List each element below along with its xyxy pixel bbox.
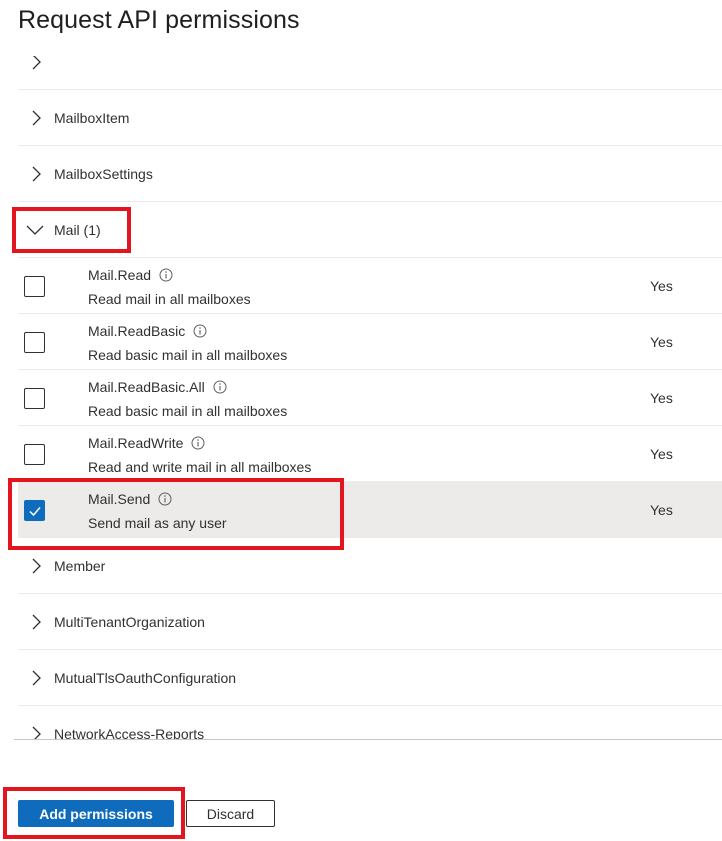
chevron-right-icon	[32, 558, 41, 573]
chevron-right-icon	[32, 726, 41, 740]
chevron-right-icon	[32, 166, 41, 181]
admin-consent-value: Yes	[650, 502, 673, 518]
page-title: Request API permissions	[18, 6, 300, 34]
add-permissions-button[interactable]: Add permissions	[18, 800, 174, 827]
permissions-list[interactable]: MailboxItem MailboxSettings Mail (1) Mai…	[0, 56, 722, 740]
discard-button[interactable]: Discard	[186, 800, 275, 827]
permission-checkbox[interactable]	[24, 388, 45, 409]
permission-description: Read basic mail in all mailboxes	[88, 347, 288, 363]
permission-checkbox[interactable]	[24, 276, 45, 297]
group-row-mailboxsettings[interactable]: MailboxSettings	[18, 146, 722, 202]
group-label: MailboxSettings	[54, 165, 153, 182]
permission-name: Mail.ReadBasic	[88, 323, 186, 339]
info-icon[interactable]	[191, 436, 205, 450]
permission-name: Mail.Send	[88, 491, 151, 507]
group-label: MailboxItem	[54, 109, 130, 126]
permission-row-selected[interactable]: Mail.Send Send mail as any user Yes	[18, 482, 722, 538]
permission-name: Mail.ReadBasic.All	[88, 379, 205, 395]
info-icon[interactable]	[213, 380, 227, 394]
admin-consent-value: Yes	[650, 390, 673, 406]
group-label: MultiTenantOrganization	[54, 613, 205, 630]
group-row-mailboxitem[interactable]: MailboxItem	[18, 90, 722, 146]
group-row-partial[interactable]	[18, 56, 722, 90]
group-label: Mail (1)	[54, 221, 101, 238]
permission-description: Send mail as any user	[88, 515, 227, 531]
admin-consent-value: Yes	[650, 446, 673, 462]
group-label: NetworkAccess-Reports	[54, 725, 205, 741]
list-divider	[14, 739, 722, 740]
permission-description: Read and write mail in all mailboxes	[88, 459, 312, 475]
permission-description: Read basic mail in all mailboxes	[88, 403, 288, 419]
permission-checkbox[interactable]	[24, 332, 45, 353]
permission-name-wrap: Mail.ReadWrite	[88, 435, 205, 451]
permission-row[interactable]: Mail.ReadBasic.All Read basic mail in al…	[18, 370, 722, 426]
permission-description: Read mail in all mailboxes	[88, 291, 251, 307]
group-row-networkaccess-reports[interactable]: NetworkAccess-Reports	[18, 706, 722, 740]
permission-row[interactable]: Mail.Read Read mail in all mailboxes Yes	[18, 258, 722, 314]
chevron-down-icon	[26, 225, 44, 235]
group-label: Member	[54, 557, 106, 574]
chevron-right-icon	[32, 56, 41, 69]
chevron-right-icon	[32, 614, 41, 629]
group-label: MutualTlsOauthConfiguration	[54, 669, 237, 686]
group-row-multitenantorganization[interactable]: MultiTenantOrganization	[18, 594, 722, 650]
admin-consent-value: Yes	[650, 334, 673, 350]
permission-name: Mail.Read	[88, 267, 152, 283]
checkmark-icon	[29, 507, 41, 517]
permission-checkbox[interactable]	[24, 444, 45, 465]
group-row-mutualtlsoauthconfiguration[interactable]: MutualTlsOauthConfiguration	[18, 650, 722, 706]
group-row-member[interactable]: Member	[18, 538, 722, 594]
info-icon[interactable]	[158, 492, 172, 506]
permission-name-wrap: Mail.ReadBasic	[88, 323, 207, 339]
request-api-permissions-panel: Request API permissions MailboxItem Mail…	[0, 0, 722, 841]
permission-row[interactable]: Mail.ReadWrite Read and write mail in al…	[18, 426, 722, 482]
admin-consent-value: Yes	[650, 278, 673, 294]
info-icon[interactable]	[159, 268, 173, 282]
permission-checkbox-checked[interactable]	[24, 500, 45, 521]
info-icon[interactable]	[193, 324, 207, 338]
chevron-right-icon	[32, 110, 41, 125]
permission-name-wrap: Mail.Send	[88, 491, 172, 507]
chevron-right-icon	[32, 670, 41, 685]
permission-name-wrap: Mail.ReadBasic.All	[88, 379, 227, 395]
permission-row[interactable]: Mail.ReadBasic Read basic mail in all ma…	[18, 314, 722, 370]
permission-name: Mail.ReadWrite	[88, 435, 184, 451]
permission-name-wrap: Mail.Read	[88, 267, 173, 283]
group-row-mail[interactable]: Mail (1)	[18, 202, 722, 258]
